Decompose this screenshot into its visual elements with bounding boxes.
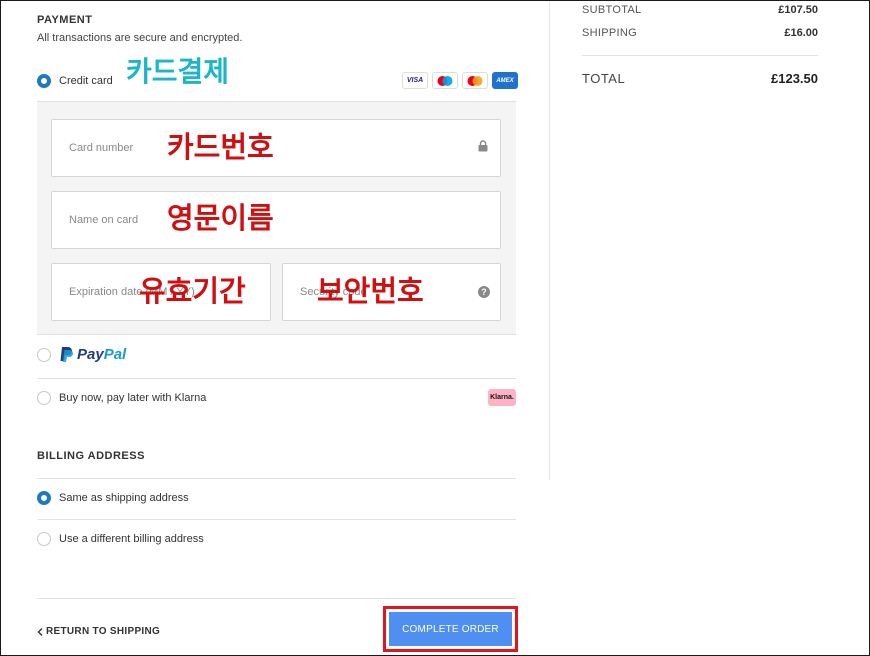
different-address-label[interactable]: Use a different billing address — [59, 533, 204, 545]
shipping-value: £16.00 — [784, 27, 818, 39]
divider — [37, 598, 516, 599]
total-label: TOTAL — [582, 71, 626, 86]
credit-card-label[interactable]: Credit card — [59, 75, 113, 87]
name-on-card-field[interactable]: Name on card — [51, 191, 501, 249]
payment-subtitle: All transactions are secure and encrypte… — [37, 32, 243, 44]
credit-card-radio[interactable] — [37, 74, 51, 88]
card-number-field[interactable]: Card number — [51, 119, 501, 177]
annotation-expiration: 유효기간 — [139, 274, 246, 308]
paypal-option[interactable]: PayPal — [59, 346, 126, 363]
return-to-shipping-link[interactable]: RETURN TO SHIPPING — [37, 626, 160, 637]
subtotal-value: £107.50 — [778, 4, 818, 16]
paypal-wordmark: PayPal — [77, 346, 126, 363]
annotation-security: 보안번호 — [317, 274, 424, 308]
same-address-radio[interactable] — [37, 491, 51, 505]
klarna-label[interactable]: Buy now, pay later with Klarna — [59, 392, 206, 404]
annotation-payment-method: 카드결제 — [126, 55, 230, 88]
subtotal-label: SUBTOTAL — [582, 4, 642, 16]
complete-order-highlight: COMPLETE ORDER — [383, 606, 518, 652]
divider — [37, 519, 516, 520]
annotation-card-number: 카드번호 — [167, 130, 274, 164]
maestro-icon — [432, 72, 458, 89]
divider — [37, 378, 516, 379]
card-brands: VISA AMEX — [402, 72, 518, 89]
paypal-radio[interactable] — [37, 348, 51, 362]
payment-title: PAYMENT — [37, 14, 93, 26]
column-divider — [549, 0, 550, 480]
same-address-label[interactable]: Same as shipping address — [59, 492, 189, 504]
klarna-radio[interactable] — [37, 391, 51, 405]
paypal-pay: Pay — [77, 346, 104, 363]
complete-order-button[interactable]: COMPLETE ORDER — [389, 612, 512, 646]
billing-title: BILLING ADDRESS — [37, 450, 145, 462]
different-address-radio[interactable] — [37, 532, 51, 546]
card-number-placeholder: Card number — [69, 142, 134, 154]
visa-icon: VISA — [402, 72, 428, 89]
shipping-label: SHIPPING — [582, 27, 637, 39]
lock-icon — [478, 139, 488, 157]
annotation-name: 영문이름 — [167, 201, 274, 235]
klarna-badge: Klarna. — [488, 389, 516, 406]
amex-icon: AMEX — [492, 72, 518, 89]
name-on-card-placeholder: Name on card — [69, 214, 139, 226]
total-value: £123.50 — [771, 71, 818, 86]
return-to-shipping-label: RETURN TO SHIPPING — [46, 626, 161, 637]
summary-divider — [582, 55, 818, 56]
chevron-left-icon — [37, 627, 43, 636]
mastercard-icon — [462, 72, 488, 89]
paypal-pal: Pal — [103, 346, 127, 363]
help-icon[interactable]: ? — [478, 286, 490, 298]
paypal-logo-icon — [60, 347, 73, 362]
divider — [37, 478, 516, 479]
credit-card-panel: Card number Name on card Expiration date… — [37, 101, 516, 335]
